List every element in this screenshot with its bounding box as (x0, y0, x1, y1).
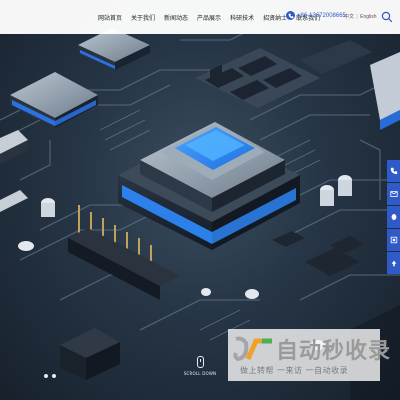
nav-products[interactable]: 产品展示 (197, 13, 221, 22)
watermark-overlay: 自动秒收录 做上转帮 一来访 一自动收录 (228, 329, 390, 381)
language-switch: 中文 | English (344, 13, 377, 20)
lang-english[interactable]: English (360, 14, 376, 20)
mouse-icon (196, 356, 204, 368)
floating-contact-bar (387, 160, 400, 274)
qq-icon[interactable] (387, 206, 400, 228)
slider-pagination (44, 374, 56, 378)
wechat-icon[interactable] (387, 229, 400, 251)
nav-home[interactable]: 网站首页 (98, 13, 122, 22)
phone-icon (286, 11, 295, 20)
slide-dot-1[interactable] (44, 374, 48, 378)
watermark-brand: 自动秒收录 (276, 339, 392, 364)
scroll-down-indicator[interactable]: SCROLL DOWN (182, 356, 218, 376)
top-arrow-icon[interactable] (387, 252, 400, 274)
slide-dot-2[interactable] (52, 374, 56, 378)
scroll-down-label: SCROLL DOWN (183, 371, 217, 376)
nav-careers[interactable]: 招贤纳士 (263, 13, 287, 22)
nav-research[interactable]: 科研技术 (230, 13, 254, 22)
email-icon[interactable] (387, 183, 400, 205)
hotline: +86-13672008665 (286, 11, 346, 20)
lang-chinese[interactable]: 中文 (344, 14, 354, 20)
nav-news[interactable]: 新闻动态 (164, 13, 188, 22)
nav-about[interactable]: 关于我们 (131, 13, 155, 22)
phone-number: +86-13672008665 (297, 12, 346, 19)
watermark-logo (233, 336, 272, 362)
search-icon[interactable] (381, 10, 393, 23)
lang-divider: | (356, 14, 358, 20)
phone-icon[interactable] (387, 160, 400, 182)
watermark-slogan: 做上转帮 一来访 一自动收录 (240, 366, 349, 375)
top-navigation: 网站首页 关于我们 新闻动态 产品展示 科研技术 招贤纳士 联系我们 +86-1… (0, 0, 400, 34)
